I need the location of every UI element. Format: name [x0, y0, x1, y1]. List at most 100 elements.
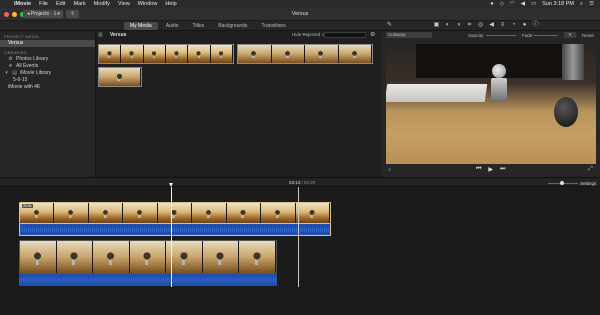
clip-frame: [202, 241, 240, 273]
clip-frame: [338, 45, 372, 63]
fullscreen-icon[interactable]: ⤢: [588, 166, 593, 173]
overlay-settings-bar: Cutaway Opacity: Fade: 0 Reset: [382, 31, 600, 40]
play-icon[interactable]: ▶: [488, 166, 493, 173]
battery-icon[interactable]: ▭: [531, 1, 536, 7]
browser-title: Versus: [110, 32, 127, 38]
sidebar-item-label: iMovie Library: [20, 70, 52, 76]
stabilization-icon[interactable]: ◎: [477, 22, 484, 29]
window-title: Versus: [291, 11, 309, 17]
search-input[interactable]: [324, 32, 366, 38]
sidebar-item-label: iMovie with 4K: [8, 84, 41, 90]
total-time: / 50:20: [301, 180, 316, 185]
reset-button[interactable]: Reset: [582, 33, 594, 38]
tab-transitions[interactable]: Transitions: [255, 22, 291, 30]
sidebar-item-all-events[interactable]: ★ All Events: [0, 63, 95, 70]
fade-slider[interactable]: [534, 35, 558, 36]
skip-back-icon[interactable]: ⏮: [476, 166, 481, 173]
timeline-settings-button[interactable]: Settings: [580, 181, 596, 186]
media-clip[interactable]: [98, 44, 234, 64]
menu-window[interactable]: Window: [138, 1, 158, 7]
menu-file[interactable]: File: [39, 1, 48, 7]
clip-filter-icon[interactable]: ●: [521, 22, 528, 29]
volume-icon[interactable]: ◀: [521, 1, 525, 7]
microphone-icon[interactable]: ♪: [388, 167, 391, 173]
clip-frame: [295, 203, 330, 223]
crop-icon[interactable]: ⌗: [466, 22, 473, 29]
tab-titles[interactable]: Titles: [186, 22, 210, 30]
viewer-panel: Cutaway Opacity: Fade: 0 Reset: [382, 31, 600, 177]
sidebar-item-label: 5-6-15: [13, 77, 28, 83]
overlay-type-select[interactable]: Cutaway: [386, 32, 432, 38]
clip-frame: [99, 68, 141, 86]
spotlight-icon[interactable]: ⌕: [580, 1, 583, 8]
speed-icon[interactable]: ◔: [510, 22, 517, 29]
record-icon[interactable]: ●: [490, 1, 493, 7]
playhead[interactable]: [169, 183, 173, 287]
timeline-audio-cutaway[interactable]: [19, 274, 277, 286]
sidebar-item-photos-library[interactable]: ✿ Photos Library: [0, 56, 95, 63]
timeline-clip-main[interactable]: 26.6s: [19, 202, 331, 224]
clip-frame: [239, 241, 276, 273]
sidebar-item-label: All Events: [16, 63, 39, 69]
dropbox-icon[interactable]: ◇: [500, 1, 504, 7]
menu-edit[interactable]: Edit: [56, 1, 65, 7]
photos-icon: ✿: [8, 56, 13, 62]
menu-mark[interactable]: Mark: [73, 1, 85, 7]
sidebar-item-imovie-with-4k[interactable]: iMovie with 4K: [0, 84, 95, 91]
sidebar-item-versus[interactable]: Versus: [0, 40, 95, 47]
clip-frame: [261, 203, 296, 223]
clip-frame: [188, 45, 211, 63]
tab-my-media[interactable]: My Media: [124, 22, 158, 30]
fade-label: Fade:: [522, 33, 534, 38]
media-clip[interactable]: [98, 67, 142, 87]
zoom-slider[interactable]: [548, 181, 578, 185]
preview-can: [562, 44, 584, 80]
tab-audio[interactable]: Audio: [160, 22, 185, 30]
clip-frame: [121, 45, 144, 63]
color-balance-icon[interactable]: ◐: [444, 22, 451, 29]
sidebar-item-event-5-6-15[interactable]: 5-6-15: [0, 77, 95, 84]
menu-app-name[interactable]: iMovie: [14, 1, 31, 7]
disclosure-triangle-icon[interactable]: ▾: [4, 71, 9, 76]
figure-body: [491, 78, 507, 102]
clip-frame: [99, 45, 122, 63]
menu-bar: iMovie File Edit Mark Modify View Window…: [0, 0, 600, 8]
color-correction-icon[interactable]: ◑: [455, 22, 462, 29]
menu-view[interactable]: View: [118, 1, 130, 7]
opacity-slider[interactable]: [486, 35, 516, 36]
video-overlay-icon[interactable]: ▣: [433, 22, 440, 29]
clip-frame: [54, 203, 89, 223]
enhance-wand-icon[interactable]: ✎: [386, 22, 393, 29]
menu-help[interactable]: Help: [165, 1, 176, 7]
timeline-clip-cutaway[interactable]: [19, 240, 277, 274]
clock[interactable]: Sun 3:18 PM: [542, 1, 574, 7]
hide-rejected-select[interactable]: Hide Rejected ◇: [292, 32, 325, 38]
skip-forward-icon[interactable]: ⏭: [500, 166, 505, 173]
playback-controls: ♪ ⏮ ▶ ⏭ ⤢: [382, 164, 600, 177]
menu-modify[interactable]: Modify: [94, 1, 110, 7]
clip-frame: [56, 241, 94, 273]
notifications-icon[interactable]: ☰: [589, 1, 594, 7]
tab-backgrounds[interactable]: Backgrounds: [212, 22, 253, 30]
star-icon: ★: [8, 63, 13, 69]
gear-icon[interactable]: ⚙: [370, 31, 375, 38]
adjustment-tools: ✎ ▣ ◐ ◑ ⌗ ◎ ◀ ≡ ◔ ● ⓘ: [386, 22, 539, 29]
volume-adjust-icon[interactable]: ◀: [488, 22, 495, 29]
fade-value[interactable]: 0: [564, 32, 576, 38]
noise-reduction-icon[interactable]: ≡: [499, 22, 506, 29]
clip-frame: [238, 45, 272, 63]
sidebar-item-imovie-library[interactable]: ▾ ▤ iMovie Library: [0, 70, 95, 77]
clip-frame: [165, 45, 189, 63]
clip-frame: [88, 203, 124, 223]
wifi-icon[interactable]: ◠: [510, 1, 515, 7]
preview-keyboard: [386, 84, 488, 102]
current-time: 03:13: [289, 180, 301, 185]
timeline[interactable]: 26.6s: [0, 187, 600, 315]
video-preview[interactable]: [386, 44, 596, 174]
media-clip[interactable]: 26.5s: [237, 44, 373, 64]
toggle-sidebar-icon[interactable]: ▥: [98, 32, 103, 38]
sidebar-item-label: Versus: [8, 40, 24, 46]
timeline-audio-main[interactable]: [19, 224, 331, 236]
info-icon[interactable]: ⓘ: [532, 22, 539, 29]
skimmer-line: [298, 187, 299, 287]
